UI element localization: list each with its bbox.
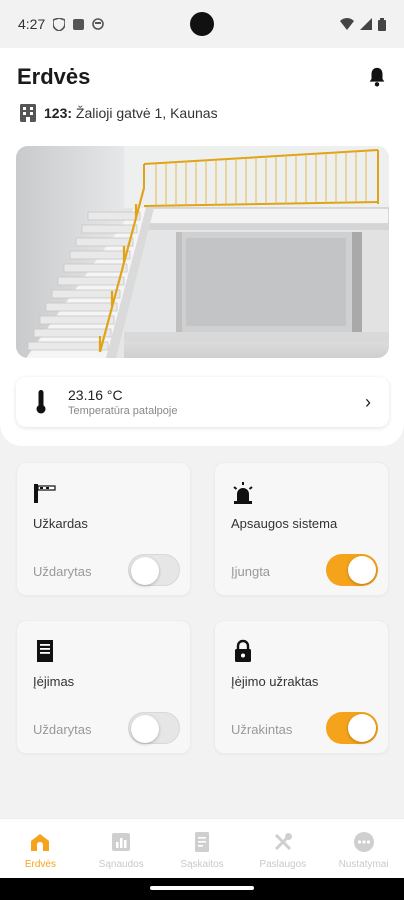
address-row: 123: Žalioji gatvė 1, Kaunas: [20, 104, 218, 122]
tile-barrier[interactable]: Užkardas Uždarytas: [16, 462, 191, 596]
entrance-toggle[interactable]: [128, 712, 180, 744]
nav-label: Nustatymai: [338, 859, 389, 870]
entrance-lock-toggle[interactable]: [326, 712, 378, 744]
security-system-toggle[interactable]: [326, 554, 378, 586]
home-icon: [31, 834, 50, 851]
nav-item-invoices[interactable]: Sąskaitos: [162, 819, 243, 878]
door-icon: [37, 640, 53, 662]
battery-icon: [378, 17, 386, 31]
page-title: Erdvės: [17, 64, 91, 89]
space-render-image: [16, 146, 389, 358]
tile-state: Įjungta: [231, 564, 271, 579]
temperature-label: Temperatūra patalpoje: [68, 405, 178, 417]
face-icon: [92, 18, 105, 30]
tile-entrance-lock[interactable]: Įėjimo užraktas Užrakintas: [214, 620, 389, 754]
chevron-right-icon: ›: [365, 391, 371, 412]
bell-icon[interactable]: [366, 66, 388, 88]
temperature-value: 23.16 °C: [68, 387, 123, 403]
nav-item-consumption[interactable]: Sąnaudos: [81, 819, 162, 878]
invoice-icon: [194, 832, 209, 852]
tile-entrance[interactable]: Įėjimas Uždarytas: [16, 620, 191, 754]
tile-title: Įėjimo užraktas: [231, 674, 319, 689]
lock-icon: [235, 639, 251, 662]
nav-label: Erdvės: [24, 859, 56, 870]
more-icon: [353, 832, 374, 852]
signal-icon: [360, 18, 372, 30]
nav-item-spaces[interactable]: Erdvės: [0, 819, 81, 878]
nav-item-settings[interactable]: Nustatymai: [323, 819, 404, 878]
gesture-bar: [0, 878, 404, 900]
tile-state: Uždarytas: [33, 564, 92, 579]
barrier-toggle[interactable]: [128, 554, 180, 586]
address-street: Žalioji gatvė 1, Kaunas: [75, 105, 218, 121]
address-number: 123:: [44, 105, 73, 121]
status-time: 4:27: [18, 16, 46, 32]
barrier-icon: [34, 484, 56, 503]
tile-title: Užkardas: [33, 516, 88, 531]
nav-label: Paslaugos: [259, 859, 307, 870]
toggle-knob: [131, 557, 159, 585]
nav-label: Sąskaitos: [180, 859, 224, 870]
toggle-knob: [348, 714, 376, 742]
tile-security-system[interactable]: Apsaugos sistema Įjungta: [214, 462, 389, 596]
nav-label: Sąnaudos: [98, 859, 144, 870]
camera-cutout: [190, 12, 214, 36]
shield-icon: [53, 17, 66, 31]
building-icon: [20, 104, 36, 122]
alarm-siren-icon: [233, 482, 253, 504]
tile-state: Užrakintas: [231, 722, 293, 737]
toggle-knob: [131, 715, 159, 743]
tile-title: Apsaugos sistema: [231, 516, 338, 531]
tile-title: Įėjimas: [33, 674, 75, 689]
tile-state: Uždarytas: [33, 722, 92, 737]
wifi-icon: [340, 18, 354, 30]
nav-item-services[interactable]: Paslaugos: [242, 819, 323, 878]
tools-icon: [274, 833, 292, 851]
home-gesture-handle[interactable]: [150, 886, 254, 890]
bottom-navigation: Erdvės Sąnaudos Sąskaitos Paslaugos Nust…: [0, 818, 404, 878]
sim-card-icon: [73, 18, 85, 30]
toggle-knob: [348, 556, 376, 584]
temperature-card[interactable]: 23.16 °C Temperatūra patalpoje ›: [16, 377, 389, 427]
bar-chart-icon: [112, 833, 131, 851]
thermometer-icon: [36, 390, 46, 414]
